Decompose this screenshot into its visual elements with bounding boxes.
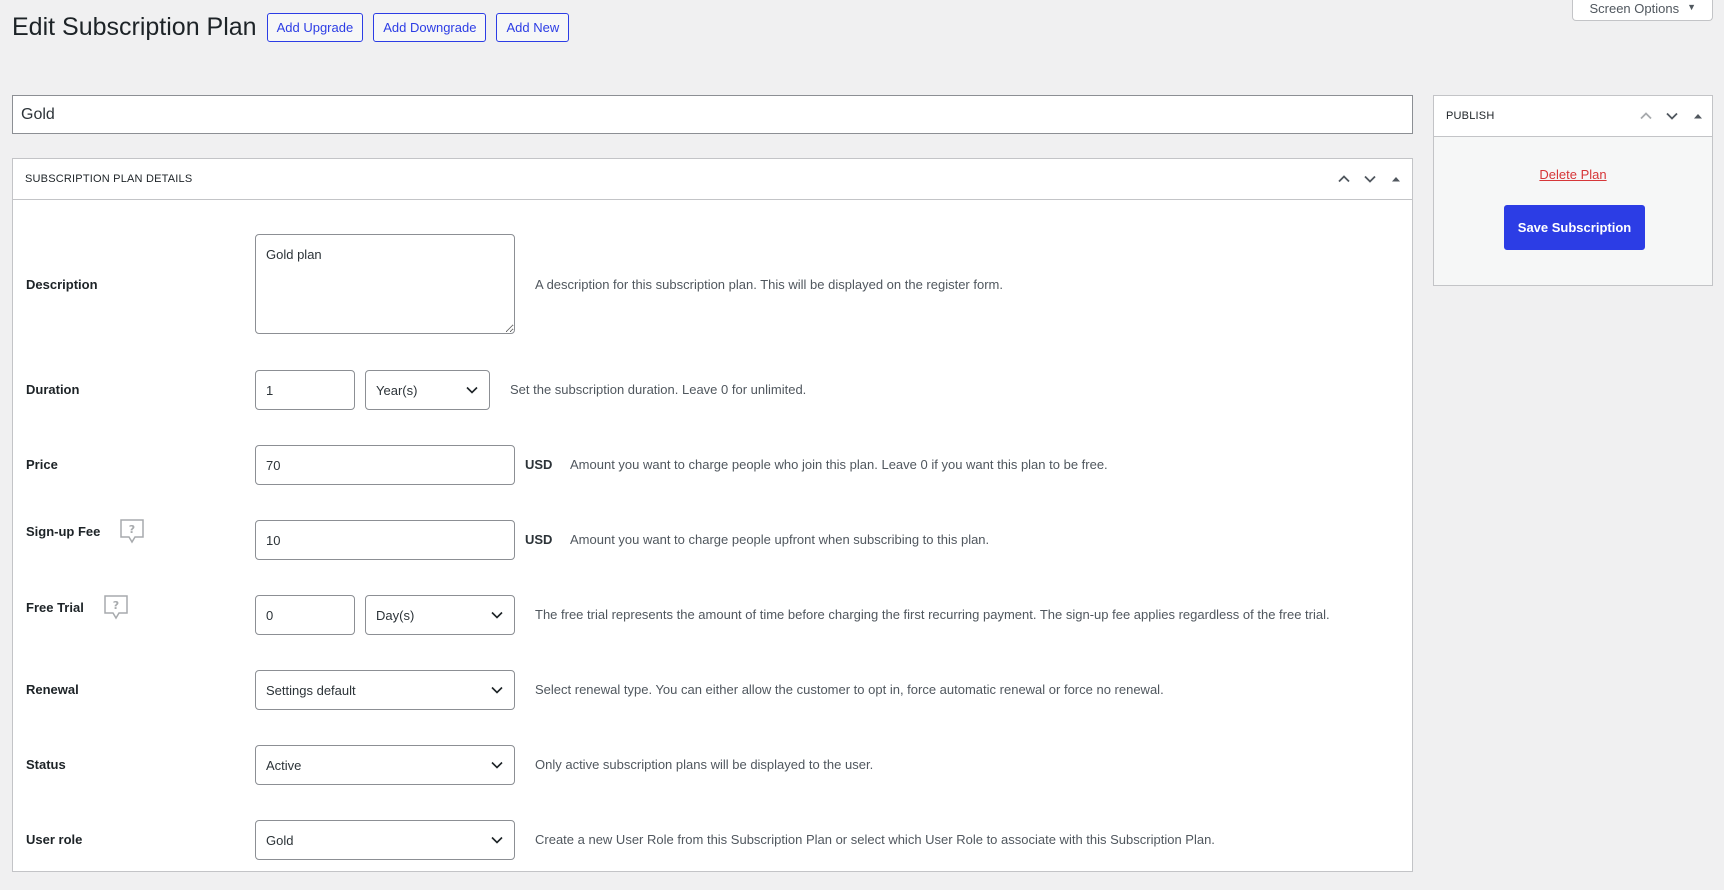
details-box-title: Subscription Plan Details xyxy=(25,173,193,185)
add-upgrade-button[interactable]: Add Upgrade xyxy=(266,12,364,42)
price-value: 70 xyxy=(266,457,281,473)
signup-fee-label-text: Sign-up Fee xyxy=(26,523,101,539)
chevron-down-icon xyxy=(490,608,504,622)
duration-label: Duration xyxy=(26,382,79,397)
duration-value: 1 xyxy=(266,382,274,398)
chevron-down-icon xyxy=(490,833,504,847)
description-textarea[interactable]: Gold plan xyxy=(255,234,515,334)
move-up-icon[interactable] xyxy=(1633,98,1659,134)
signup-fee-help: Amount you want to charge people upfront… xyxy=(570,532,990,547)
status-select[interactable]: Active xyxy=(255,745,515,785)
delete-plan-link[interactable]: Delete Plan xyxy=(1434,167,1712,182)
move-down-icon[interactable] xyxy=(1659,98,1685,134)
add-downgrade-button[interactable]: Add Downgrade xyxy=(373,12,487,42)
move-down-icon[interactable] xyxy=(1357,161,1383,197)
help-tooltip-icon[interactable] xyxy=(102,593,130,621)
price-input[interactable]: 70 xyxy=(255,445,515,485)
renewal-selected: Settings default xyxy=(266,682,356,698)
free-trial-label: Free Trial xyxy=(26,593,130,621)
free-trial-value: 0 xyxy=(266,607,274,623)
duration-help: Set the subscription duration. Leave 0 f… xyxy=(510,382,807,397)
screen-options-label: Screen Options xyxy=(1589,1,1680,16)
status-label: Status xyxy=(26,757,66,772)
price-help: Amount you want to charge people who joi… xyxy=(570,457,1108,472)
renewal-help: Select renewal type. You can either allo… xyxy=(535,682,1164,697)
details-box-handles xyxy=(1331,159,1409,199)
free-trial-number-input[interactable]: 0 xyxy=(255,595,355,635)
page-title: Edit Subscription Plan xyxy=(12,13,257,41)
publish-box-title: Publish xyxy=(1446,110,1495,122)
signup-fee-input[interactable]: 10 xyxy=(255,520,515,560)
signup-fee-value: 10 xyxy=(266,532,281,548)
user-role-selected: Gold xyxy=(266,832,294,848)
duration-number-input[interactable]: 1 xyxy=(255,370,355,410)
chevron-down-icon xyxy=(490,683,504,697)
publish-box: Publish Delete Plan Save Subscription xyxy=(1433,95,1713,286)
description-label: Description xyxy=(26,277,98,292)
chevron-down-icon xyxy=(490,758,504,772)
details-box-header: Subscription Plan Details xyxy=(13,159,1412,200)
user-role-help: Create a new User Role from this Subscri… xyxy=(535,832,1215,847)
add-new-button[interactable]: Add New xyxy=(496,12,570,42)
publish-box-body: Delete Plan Save Subscription xyxy=(1434,137,1712,285)
caret-down-icon: ▼ xyxy=(1687,2,1696,12)
duration-label-text: Duration xyxy=(26,382,80,397)
help-tooltip-icon[interactable] xyxy=(118,517,146,545)
user-role-label-text: User role xyxy=(26,832,83,847)
free-trial-unit-value: Day(s) xyxy=(376,607,415,623)
save-subscription-button[interactable]: Save Subscription xyxy=(1504,205,1645,250)
renewal-select[interactable]: Settings default xyxy=(255,670,515,710)
description-label-text: Description xyxy=(26,277,98,292)
duration-unit-value: Year(s) xyxy=(376,382,418,398)
subscription-plan-details-box: Subscription Plan Details Description Go… xyxy=(12,158,1413,872)
chevron-down-icon xyxy=(465,383,479,397)
collapse-toggle-icon[interactable] xyxy=(1383,161,1409,197)
renewal-label: Renewal xyxy=(26,682,79,697)
signup-fee-currency: USD xyxy=(525,532,553,547)
user-role-label: User role xyxy=(26,832,82,847)
price-currency: USD xyxy=(525,457,553,472)
renewal-label-text: Renewal xyxy=(26,682,79,697)
publish-box-handles xyxy=(1633,96,1711,136)
page-header: Edit Subscription Plan Add Upgrade Add D… xyxy=(12,11,579,43)
status-help: Only active subscription plans will be d… xyxy=(535,757,874,772)
price-label: Price xyxy=(26,457,58,472)
price-label-text: Price xyxy=(26,457,58,472)
publish-box-header: Publish xyxy=(1434,96,1712,137)
collapse-toggle-icon[interactable] xyxy=(1685,98,1711,134)
plan-title-input[interactable] xyxy=(12,95,1413,134)
signup-fee-label: Sign-up Fee xyxy=(26,517,146,545)
move-up-icon[interactable] xyxy=(1331,161,1357,197)
status-selected: Active xyxy=(266,757,302,773)
duration-unit-select[interactable]: Year(s) xyxy=(365,370,490,410)
free-trial-label-text: Free Trial xyxy=(26,599,84,615)
status-label-text: Status xyxy=(26,757,66,772)
free-trial-help: The free trial represents the amount of … xyxy=(535,607,1330,622)
user-role-select[interactable]: Gold xyxy=(255,820,515,860)
screen-options-toggle[interactable]: Screen Options ▼ xyxy=(1572,0,1713,21)
free-trial-unit-select[interactable]: Day(s) xyxy=(365,595,515,635)
description-help: A description for this subscription plan… xyxy=(535,277,1003,292)
